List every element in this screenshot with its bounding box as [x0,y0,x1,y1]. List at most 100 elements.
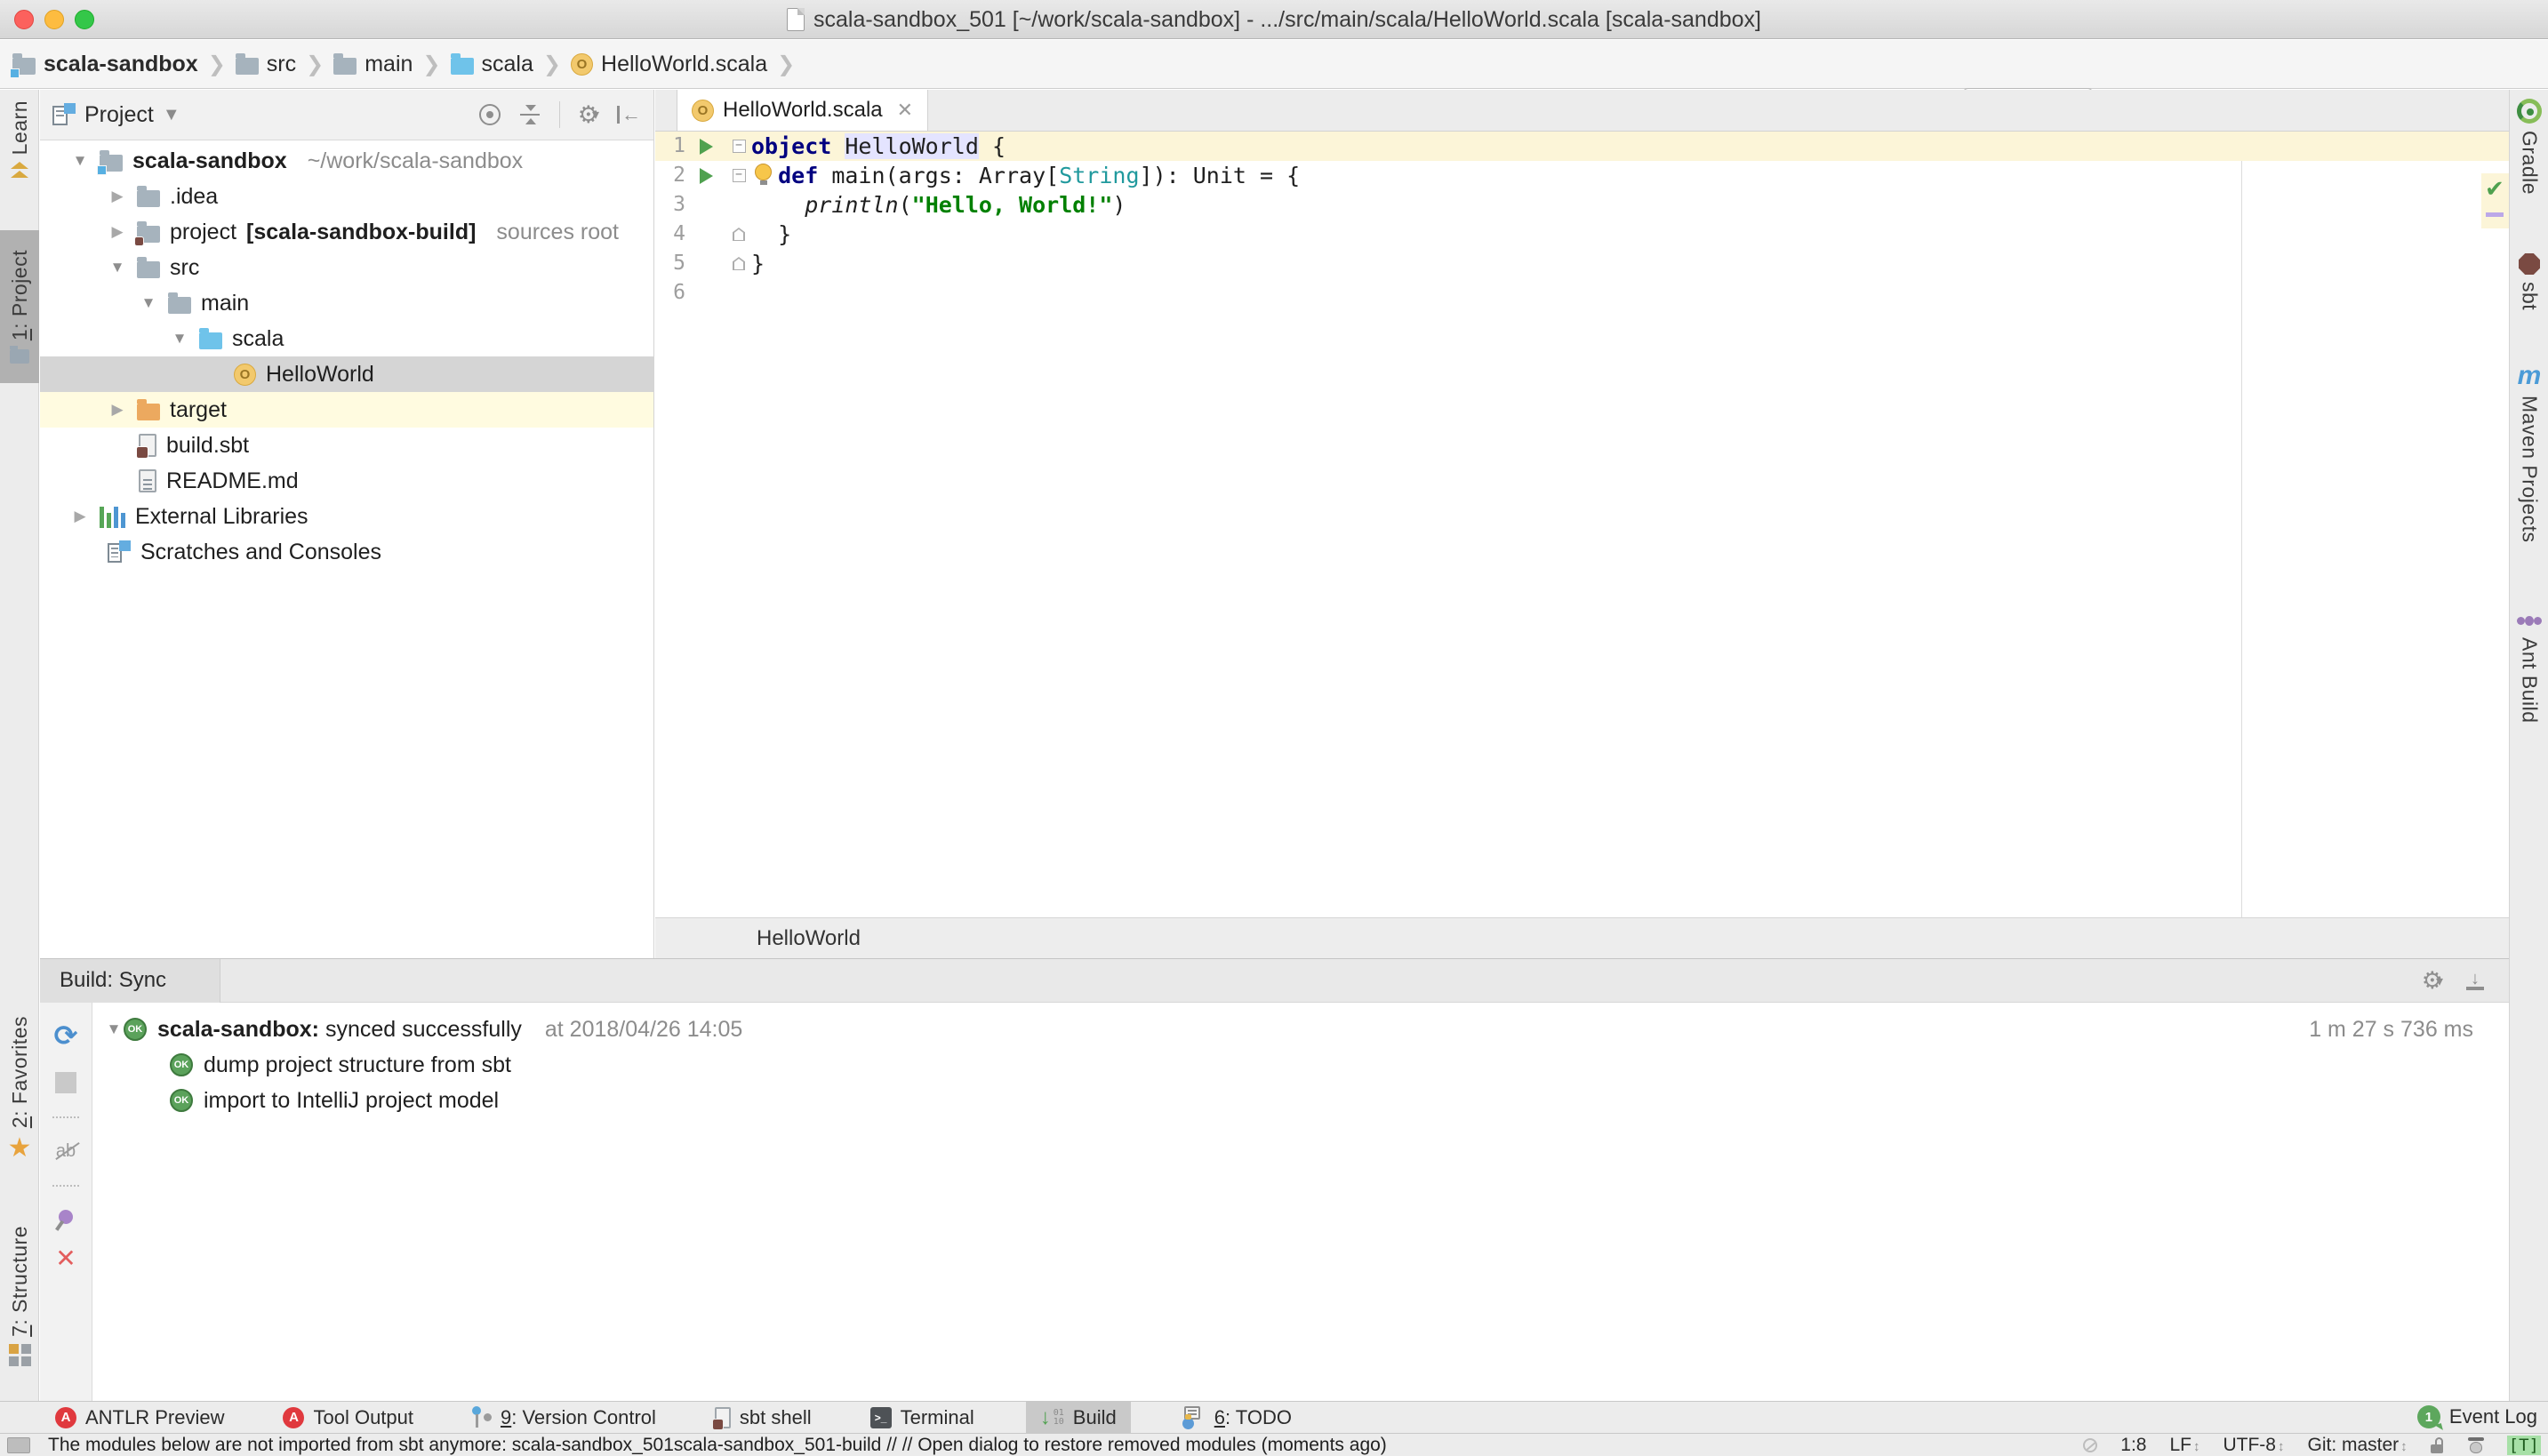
usage-stripe-mark[interactable] [2486,212,2504,217]
chevron-expanded-icon[interactable]: ▼ [104,1020,124,1038]
tree-row-src[interactable]: ▼ src [40,250,653,285]
tree-row-helloworld[interactable]: HelloWorld [40,356,653,392]
toolbar-separator [52,1185,79,1187]
line-number: 6 [655,278,685,308]
breadcrumb-main[interactable]: main [333,52,413,77]
chevron-right-icon: ❯ [541,52,563,77]
updown-icon: ↕ [2193,1439,2200,1454]
toolbar-button-antlr-preview[interactable]: A ANTLR Preview [48,1402,231,1434]
project-folder-icon [100,155,123,172]
tree-row-project-root[interactable]: ▼ scala-sandbox ~/work/scala-sandbox [40,143,653,179]
build-row-dump[interactable]: OK dump project structure from sbt [93,1047,2509,1083]
code-line-5[interactable]: 5 } [655,249,2509,278]
code-editor[interactable]: 1 − object HelloWorld { 2 − def main(arg… [655,132,2509,917]
stripe-button-sbt[interactable]: sbt [2510,253,2548,310]
toolbar-button-todo[interactable]: 6: TODO [1175,1402,1299,1434]
fold-collapse-icon[interactable]: − [733,169,746,182]
breadcrumb-project[interactable]: scala-sandbox [12,52,198,77]
tree-row-target[interactable]: ▶ target [40,392,653,428]
code-line-2[interactable]: 2 − def main(args: Array[String]): Unit … [655,161,2509,190]
stripe-button-maven[interactable]: m Maven Projects [2510,364,2548,543]
run-gutter-icon[interactable] [700,139,713,155]
intention-bulb-icon[interactable] [755,164,772,180]
tool-window-toggle-icon[interactable] [7,1437,30,1453]
inspection-profile-icon[interactable] [2468,1437,2484,1453]
hide-panel-icon[interactable]: ← [617,106,641,124]
chevron-expanded-icon[interactable]: ▼ [108,259,127,276]
status-message[interactable]: The modules below are not imported from … [48,1435,1387,1456]
tree-row-main[interactable]: ▼ main [40,285,653,321]
stop-icon[interactable] [55,1072,76,1093]
chevron-collapsed-icon[interactable]: ▶ [108,401,127,419]
toolbar-button-terminal[interactable]: >_ Terminal [863,1402,982,1434]
encoding-selector[interactable]: UTF-8↕ [2223,1435,2284,1456]
line-number: 1 [655,132,685,161]
chevron-collapsed-icon[interactable]: ▶ [108,188,127,205]
text-file-icon [139,469,156,492]
tree-row-external-libraries[interactable]: ▶ External Libraries [40,499,653,534]
fold-end-icon[interactable] [733,257,745,270]
tree-row-idea[interactable]: ▶ .idea [40,179,653,214]
close-panel-icon[interactable]: ✕ [55,1247,76,1270]
settings-gear-icon[interactable]: ⚙▾ [578,103,599,127]
project-view-icon [52,103,76,126]
tree-row-readme[interactable]: README.md [40,463,653,499]
stripe-button-gradle[interactable]: Gradle [2510,99,2548,195]
refresh-sync-icon[interactable]: ⟳ [54,1022,78,1049]
stripe-button-favorites[interactable]: 2: Favorites ★ [0,1016,39,1162]
filter-text-icon[interactable]: ab [56,1141,76,1162]
chevron-collapsed-icon[interactable]: ▶ [108,223,127,241]
chevron-collapsed-icon[interactable]: ▶ [70,508,90,525]
chevron-right-icon: ❯ [206,52,228,77]
run-gutter-icon[interactable] [700,168,713,184]
settings-gear-icon[interactable]: ⚙▾ [2422,969,2443,993]
build-sync-tab[interactable]: Build: Sync [40,959,220,1003]
project-panel-title: Project [84,102,154,128]
pin-icon[interactable] [56,1207,76,1227]
chevron-expanded-icon[interactable]: ▼ [139,294,158,312]
locate-file-icon[interactable] [479,104,501,125]
stripe-button-learn[interactable]: Learn [0,100,39,178]
hide-panel-icon[interactable]: ↓ [2466,972,2484,990]
fold-collapse-icon[interactable]: − [733,140,746,153]
chevron-expanded-icon[interactable]: ▼ [170,330,189,348]
toolbar-button-sbt-shell[interactable]: sbt shell [708,1402,819,1434]
t-indicator[interactable]: [T] [2507,1436,2541,1455]
tree-row-build-sbt[interactable]: build.sbt [40,428,653,463]
inspections-ok-icon[interactable]: ✔ [2485,175,2504,203]
stripe-button-project[interactable]: 1: Project [0,230,39,383]
collapse-all-icon[interactable] [518,103,541,126]
breadcrumb-scala[interactable]: scala [451,52,533,77]
error-stripe[interactable]: ✔ [2481,173,2509,917]
git-branch-selector[interactable]: Git: master↕ [2307,1435,2407,1456]
editor-breadcrumbs[interactable]: HelloWorld [655,917,2509,958]
caret-position[interactable]: 1:8 [2120,1435,2146,1456]
chevron-expanded-icon[interactable]: ▼ [70,152,90,170]
tree-row-scala[interactable]: ▼ scala [40,321,653,356]
toolbar-button-version-control[interactable]: 9: Version Control [465,1402,663,1434]
code-line-1[interactable]: 1 − object HelloWorld { [655,132,2509,161]
breadcrumb-file[interactable]: HelloWorld.scala [571,52,767,77]
toolbar-button-tool-output[interactable]: A Tool Output [276,1402,421,1434]
chevron-down-icon[interactable]: ▼ [163,105,180,125]
code-line-6[interactable]: 6 [655,278,2509,308]
stripe-button-ant[interactable]: Ant Build [2510,611,2548,724]
tool-window-bar: A ANTLR Preview A Tool Output 9: Version… [0,1401,2548,1433]
stripe-button-structure[interactable]: 7: Structure [0,1226,39,1366]
close-tab-icon[interactable]: ✕ [897,99,913,122]
build-row-import[interactable]: OK import to IntelliJ project model [93,1083,2509,1118]
code-line-4[interactable]: 4 } [655,220,2509,249]
event-log-balloon-icon: 1 [2417,1405,2440,1428]
line-separator-selector[interactable]: LF↕ [2169,1435,2199,1456]
fold-end-icon[interactable] [733,228,745,241]
breadcrumb-src[interactable]: src [236,52,296,77]
toolbar-button-build[interactable]: ↓ 0110 Build [1026,1402,1131,1434]
tree-row-scratches[interactable]: Scratches and Consoles [40,534,653,570]
build-row-root[interactable]: ▼ OK scala-sandbox: synced successfully … [93,1012,2509,1047]
editor-tab-helloworld[interactable]: HelloWorld.scala ✕ [677,90,928,131]
unlocked-icon[interactable] [2431,1437,2445,1453]
tree-row-project-build[interactable]: ▶ project [scala-sandbox-build] sources … [40,214,653,250]
code-line-3[interactable]: 3 println("Hello, World!") [655,190,2509,220]
event-log-button[interactable]: 1 Event Log [2417,1401,2537,1433]
toolbar-separator [52,1116,79,1118]
